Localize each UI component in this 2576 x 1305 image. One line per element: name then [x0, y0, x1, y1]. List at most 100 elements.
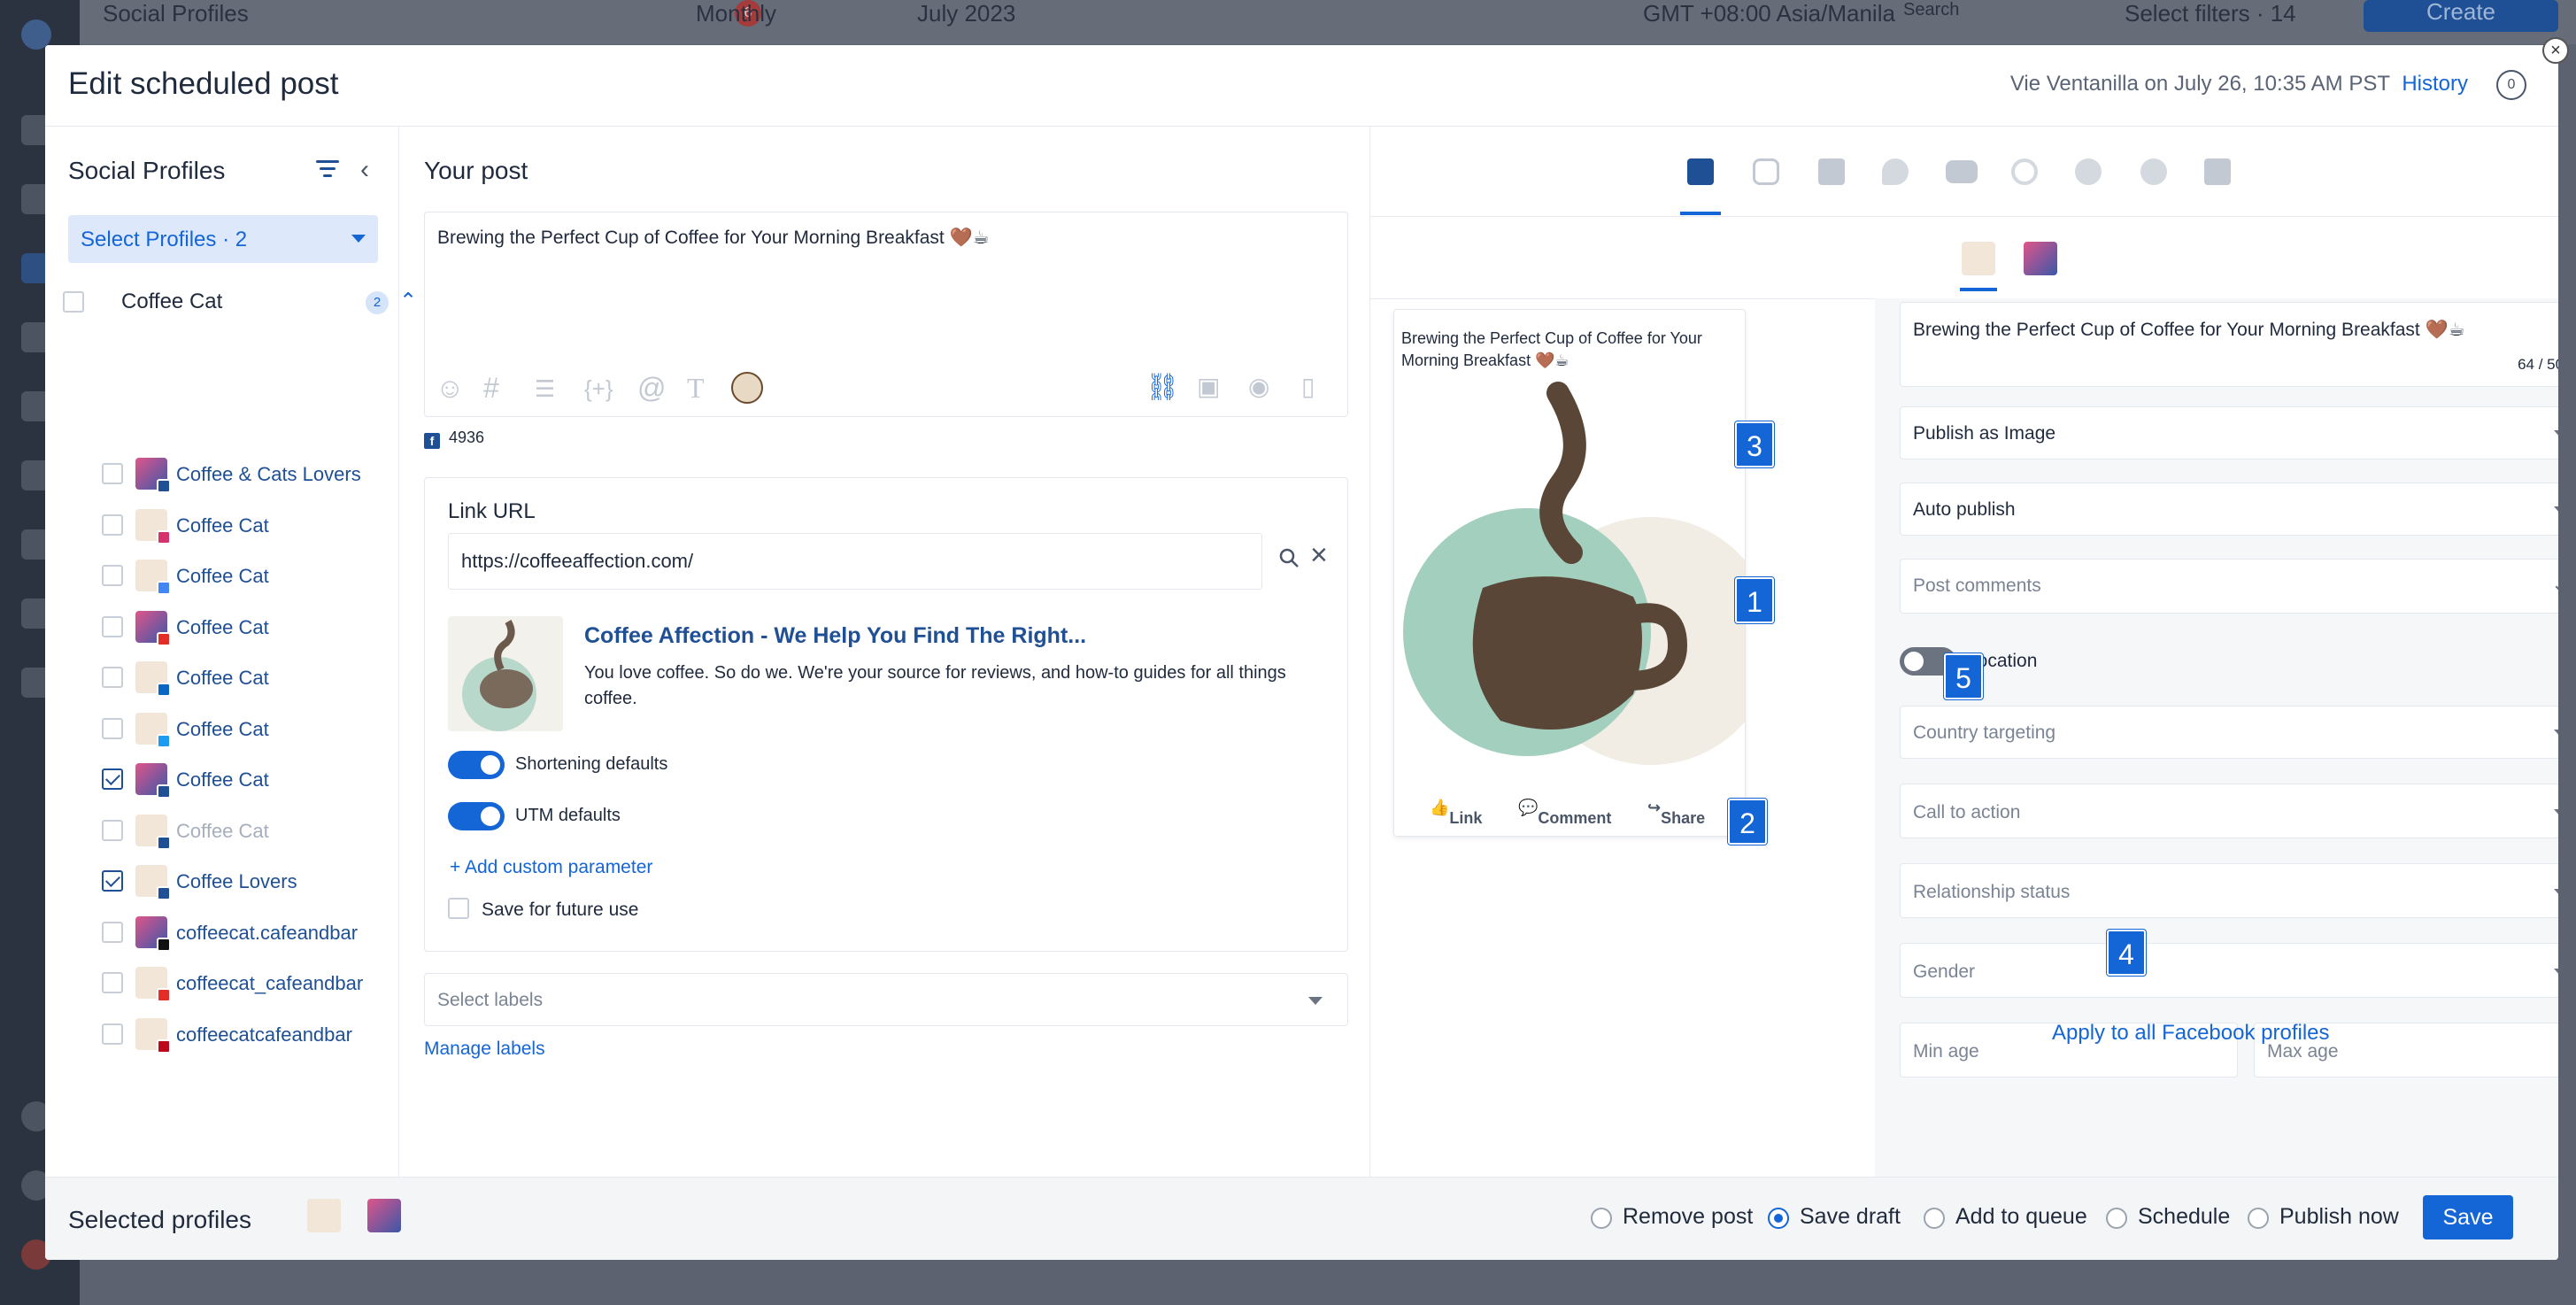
variable-icon[interactable]: {+} — [584, 375, 613, 403]
profile-row[interactable]: coffeecatcafeandbar — [102, 1016, 394, 1054]
profile-row[interactable]: Coffee Lovers — [102, 863, 394, 900]
profile-avatar — [135, 814, 171, 850]
tab-tiktok-icon[interactable] — [2204, 158, 2231, 185]
relationship-status-dropdown[interactable]: Relationship status — [1900, 863, 2558, 918]
link-preview-title[interactable]: Coffee Affection - We Help You Find The … — [584, 623, 1086, 649]
tab-pinterest-icon[interactable] — [2140, 158, 2167, 185]
tab-google-icon[interactable] — [2011, 158, 2038, 185]
tab-facebook-icon[interactable] — [1680, 158, 1721, 215]
call-to-action-label: Call to action — [1913, 802, 2021, 822]
search-icon[interactable] — [1278, 547, 1300, 568]
profile-checkbox[interactable] — [102, 667, 123, 688]
profile-checkbox[interactable] — [102, 819, 123, 841]
history-count-badge[interactable]: 0 — [2496, 70, 2526, 100]
ai-assistant-icon[interactable] — [731, 372, 763, 404]
profile-row[interactable]: Coffee Cat — [102, 761, 394, 799]
post-text-editor[interactable]: Brewing the Perfect Cup of Coffee for Yo… — [424, 212, 1348, 417]
radio-add-to-queue[interactable] — [1924, 1208, 1945, 1229]
profile-checkbox[interactable] — [102, 565, 123, 586]
app-title: Social Profiles — [103, 0, 249, 27]
country-targeting-dropdown[interactable]: Country targeting — [1900, 706, 2558, 759]
save-button[interactable]: Save — [2423, 1195, 2513, 1239]
url-input[interactable]: https://coffeeaffection.com/ — [448, 533, 1262, 590]
add-custom-parameter-link[interactable]: + Add custom parameter — [450, 857, 652, 878]
text-format-icon[interactable]: T — [687, 372, 705, 405]
collapse-panel-icon[interactable]: ‹ — [360, 155, 369, 185]
call-to-action-dropdown[interactable]: Call to action — [1900, 784, 2558, 838]
preview-image — [1394, 375, 1745, 777]
account-tab-coffee-lovers[interactable] — [2024, 242, 2057, 275]
publish-mode-value: Auto publish — [1913, 499, 2016, 520]
radio-remove-post[interactable] — [1591, 1208, 1612, 1229]
link-icon[interactable]: ⛓ — [1145, 372, 1179, 403]
video-icon[interactable]: ▣ — [1197, 372, 1220, 401]
tab-youtube-icon[interactable] — [1946, 160, 1978, 183]
template-icon[interactable]: ☰ — [535, 375, 555, 403]
radio-label-publish-now[interactable]: Publish now — [2279, 1204, 2399, 1230]
profile-checkbox[interactable] — [102, 514, 123, 536]
profile-checkbox[interactable] — [102, 615, 123, 637]
shortening-toggle[interactable] — [448, 751, 505, 779]
hashtag-icon[interactable]: # — [483, 372, 499, 405]
profile-row[interactable]: Coffee Cat — [102, 813, 394, 850]
profile-avatar — [135, 865, 171, 900]
profile-checkbox[interactable] — [102, 463, 123, 484]
tab-reddit-icon[interactable] — [2075, 158, 2102, 185]
post-text[interactable]: Brewing the Perfect Cup of Coffee for Yo… — [437, 227, 990, 249]
camera-icon[interactable]: ◉ — [1248, 372, 1269, 401]
profile-row[interactable]: Coffee Cat — [102, 507, 394, 544]
radio-save-draft[interactable] — [1768, 1208, 1789, 1229]
tab-twitter-icon[interactable] — [1882, 158, 1909, 185]
clear-url-icon[interactable]: × — [1310, 538, 1328, 573]
profile-row[interactable]: Coffee Cat — [102, 558, 394, 595]
profile-checkbox[interactable] — [102, 870, 123, 892]
profile-checkbox[interactable] — [102, 972, 123, 993]
profile-row[interactable]: Coffee Cat — [102, 711, 394, 748]
profile-avatar — [135, 458, 171, 493]
profile-row[interactable]: Coffee Cat — [102, 660, 394, 697]
utm-toggle[interactable] — [448, 802, 505, 830]
profile-checkbox[interactable] — [102, 717, 123, 739]
radio-label-save-draft[interactable]: Save draft — [1800, 1204, 1901, 1230]
youtube-icon — [157, 988, 171, 1002]
selected-profile-avatar — [367, 1199, 401, 1232]
radio-publish-now[interactable] — [2248, 1208, 2269, 1229]
profile-group[interactable]: Coffee Cat 2 ⌄ — [63, 284, 417, 320]
mention-icon[interactable]: @ — [637, 372, 666, 405]
caret-down-icon — [2554, 969, 2558, 977]
profile-row[interactable]: coffeecat_cafeandbar — [102, 965, 394, 1002]
account-tab-coffee-cat[interactable] — [1960, 242, 1997, 291]
gender-dropdown[interactable]: Gender — [1900, 943, 2558, 998]
tab-linkedin-icon[interactable] — [1818, 158, 1845, 185]
emoji-icon[interactable]: ☺ — [436, 372, 465, 405]
document-icon[interactable]: ▯ — [1301, 372, 1315, 401]
radio-label-add-to-queue[interactable]: Add to queue — [1955, 1204, 2087, 1230]
create-button: Create — [2364, 0, 2558, 32]
chevron-down-icon: ⌄ — [2550, 570, 2558, 598]
profile-row[interactable]: Coffee Cat — [102, 609, 394, 646]
tab-instagram-icon[interactable] — [1753, 158, 1779, 185]
facebook-icon — [157, 886, 171, 900]
profile-row[interactable]: coffeecat.cafeandbar — [102, 915, 394, 952]
caption-field[interactable]: Brewing the Perfect Cup of Coffee for Yo… — [1900, 302, 2558, 387]
publish-as-dropdown[interactable]: Publish as Image — [1900, 406, 2558, 459]
history-link[interactable]: History — [2402, 72, 2468, 97]
manage-labels-link[interactable]: Manage labels — [424, 1039, 545, 1060]
save-future-checkbox[interactable] — [448, 898, 469, 919]
radio-label-remove-post[interactable]: Remove post — [1623, 1204, 1753, 1230]
profile-checkbox[interactable] — [102, 768, 123, 790]
profile-name: Coffee Cat — [176, 717, 269, 740]
post-comments-field[interactable]: Post comments ⌄ — [1900, 559, 2558, 614]
profile-checkbox[interactable] — [102, 921, 123, 943]
profile-row[interactable]: Coffee & Cats Lovers — [102, 456, 394, 493]
select-profiles-dropdown[interactable]: Select Profiles · 2 — [68, 215, 378, 263]
group-checkbox[interactable] — [63, 291, 84, 313]
labels-dropdown[interactable]: Select labels — [424, 973, 1348, 1026]
radio-label-schedule[interactable]: Schedule — [2138, 1204, 2230, 1230]
radio-schedule[interactable] — [2106, 1208, 2127, 1229]
apply-all-facebook-link[interactable]: Apply to all Facebook profiles — [2052, 1021, 2330, 1046]
publish-mode-dropdown[interactable]: Auto publish — [1900, 483, 2558, 536]
filter-icon[interactable] — [315, 160, 340, 180]
close-modal-button[interactable]: × — [2542, 37, 2569, 64]
profile-checkbox[interactable] — [102, 1023, 123, 1045]
